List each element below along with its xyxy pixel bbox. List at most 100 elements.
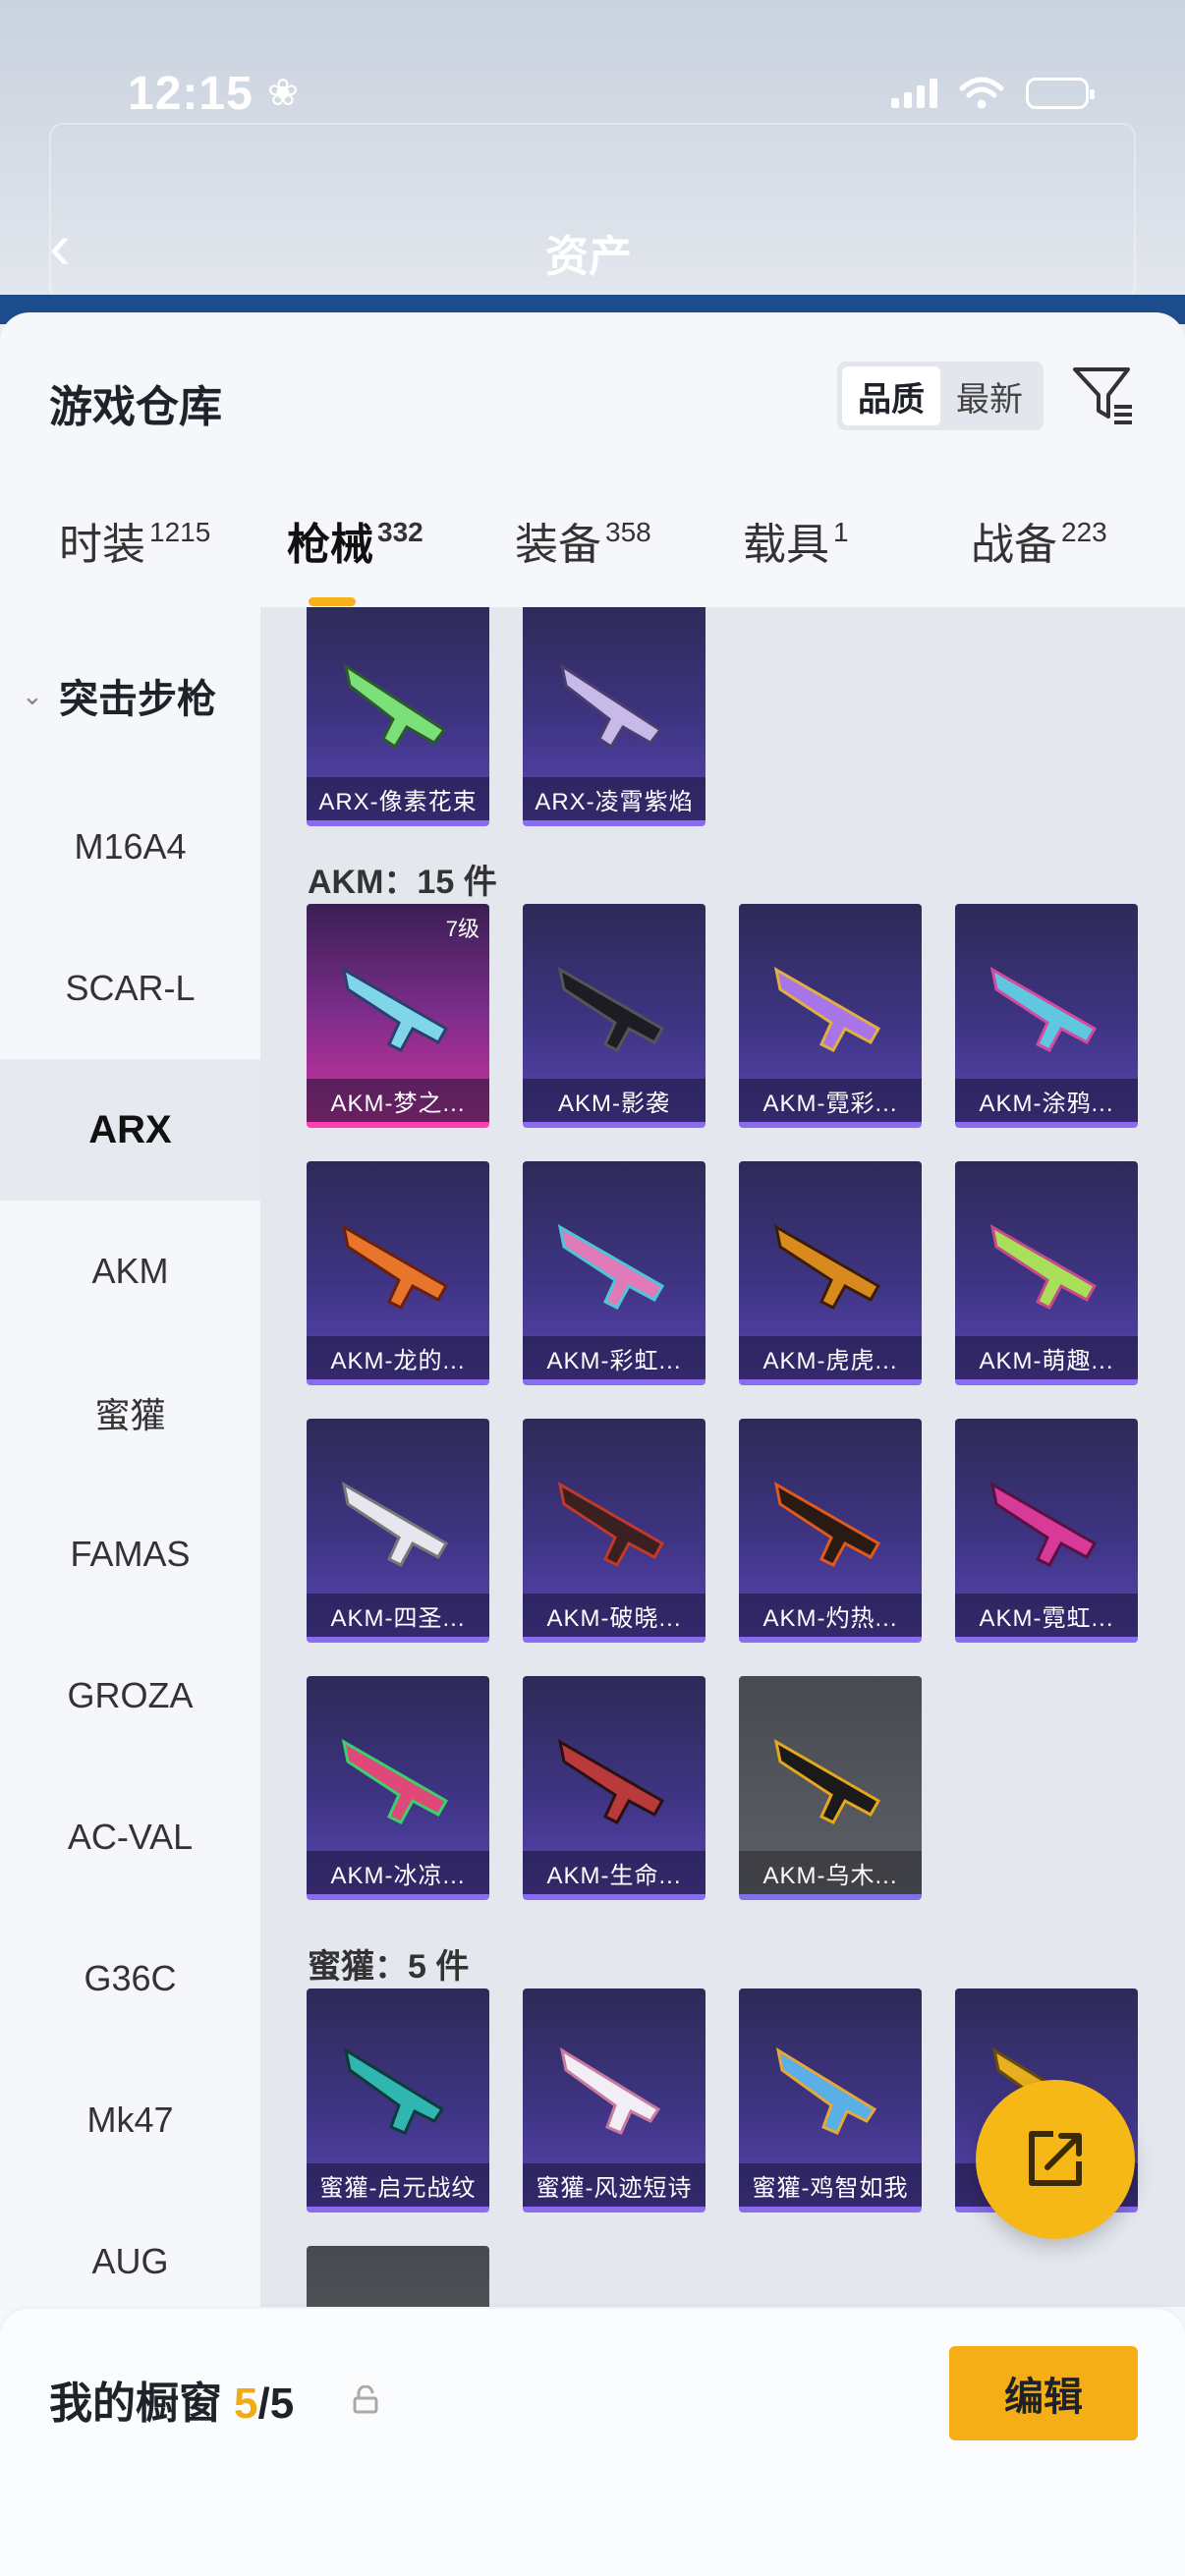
weapon-card[interactable]: 蜜獾-鸡智如我: [739, 1988, 922, 2212]
tab-vehicles[interactable]: 载具 1: [743, 509, 849, 572]
tab-label: 载具: [743, 521, 829, 569]
filter-icon[interactable]: [1069, 360, 1138, 428]
sidebar-item-arx[interactable]: ARX: [0, 1059, 260, 1201]
sidebar-category-header[interactable]: ⌄ 突击步枪: [0, 651, 260, 740]
gun-skin-icon: [559, 2046, 661, 2135]
gun-skin-icon: [775, 2046, 877, 2135]
sidebar-category-label: 突击步枪: [59, 678, 216, 721]
share-button[interactable]: [976, 2080, 1135, 2239]
weapon-card[interactable]: AKM-乌木...: [739, 1676, 922, 1900]
weapon-card-name: AKM-灼热...: [739, 1594, 922, 1637]
gun-skin-icon: [341, 1739, 449, 1824]
showcase-bar: 我的橱窗 5/5 编辑: [0, 2309, 1185, 2576]
gun-skin-icon: [341, 1224, 449, 1310]
weapon-card[interactable]: 7级 AKM-梦之...: [307, 904, 489, 1128]
status-icons: [891, 77, 1095, 110]
back-arrow-icon[interactable]: ‹: [49, 213, 98, 278]
weapon-card-name: AKM-影袭: [523, 1079, 705, 1122]
gun-skin-icon: [341, 967, 449, 1052]
gun-skin-icon: [341, 1482, 449, 1567]
weapon-card[interactable]: ARX-凌霄紫焰: [523, 607, 705, 826]
lock-icon: [353, 2385, 378, 2414]
weapon-card[interactable]: AKM-龙的...: [307, 1161, 489, 1385]
wifi-icon: [959, 77, 1004, 109]
gun-skin-icon: [343, 2046, 445, 2135]
signal-icon: [891, 79, 937, 108]
weapon-card[interactable]: ARX-像素花束: [307, 607, 489, 826]
sort-latest-button[interactable]: 最新: [940, 366, 1039, 425]
tab-count: 1215: [149, 517, 211, 547]
weapon-card-name: AKM-虎虎...: [739, 1336, 922, 1379]
category-tabs: 时装 1215 枪械 332 装备 358 载具 1 战备 223: [0, 509, 1185, 607]
weapon-card[interactable]: AKM-涂鸦...: [955, 904, 1138, 1128]
weapon-card[interactable]: AKM-虎虎...: [739, 1161, 922, 1385]
weapon-card[interactable]: AKM-霓彩...: [739, 904, 922, 1128]
tab-equipment[interactable]: 装备 358: [515, 509, 651, 572]
weapon-card-name: AKM-萌趣...: [955, 1336, 1138, 1379]
gun-skin-icon: [989, 1224, 1098, 1310]
sidebar-item-groza[interactable]: GROZA: [0, 1625, 260, 1766]
sidebar-item-akm[interactable]: AKM: [0, 1201, 260, 1342]
warehouse-sheet: 游戏仓库 品质 最新 时装 1215 枪械 332 装备 358 载具 1 战备 223 …: [0, 312, 1185, 2576]
sidebar-item-mk47[interactable]: Mk47: [0, 2049, 260, 2191]
weapon-card-name: 蜜獾-鸡智如我: [739, 2163, 922, 2207]
weapon-card-name: AKM-梦之...: [307, 1079, 489, 1122]
weapon-card[interactable]: [307, 2246, 489, 2307]
weapon-card-name: AKM-四圣...: [307, 1594, 489, 1637]
gun-skin-icon: [773, 1739, 881, 1824]
gun-skin-icon: [773, 1224, 881, 1310]
edit-button[interactable]: 编辑: [949, 2346, 1138, 2440]
tab-count: 332: [377, 517, 423, 547]
sidebar-item-honeybadger[interactable]: 蜜獾: [0, 1342, 260, 1484]
tab-label: 装备: [515, 521, 601, 569]
gun-skin-icon: [557, 1482, 665, 1567]
sidebar-item-scar-l[interactable]: SCAR-L: [0, 918, 260, 1059]
weapon-card[interactable]: AKM-四圣...: [307, 1419, 489, 1643]
sidebar-item-aug[interactable]: AUG: [0, 2191, 260, 2307]
tab-fashion[interactable]: 时装 1215: [59, 509, 210, 572]
tab-label: 战备: [971, 521, 1057, 569]
weapon-card[interactable]: AKM-彩虹...: [523, 1161, 705, 1385]
weapon-card-name: AKM-破晓...: [523, 1594, 705, 1637]
weapon-card-name: AKM-霓虹...: [955, 1594, 1138, 1637]
weapon-card[interactable]: AKM-影袭: [523, 904, 705, 1128]
weapon-card-name: 蜜獾-启元战纹: [307, 2163, 489, 2207]
sort-toggle: 品质 最新: [837, 362, 1044, 430]
weapon-card[interactable]: AKM-冰凉...: [307, 1676, 489, 1900]
battery-icon: [1026, 78, 1095, 109]
weapon-card-name: AKM-涂鸦...: [955, 1079, 1138, 1122]
weapon-card-name: ARX-像素花束: [307, 777, 489, 820]
gun-skin-icon: [557, 1224, 665, 1310]
sidebar-item-g36c[interactable]: G36C: [0, 1908, 260, 2049]
weapon-card-name: AKM-生命...: [523, 1851, 705, 1894]
gun-skin-icon: [773, 1482, 881, 1567]
sidebar-item-m16a4[interactable]: M16A4: [0, 776, 260, 918]
showcase-title: 我的橱窗 5/5: [49, 2368, 294, 2431]
paw-icon: ❀: [267, 73, 299, 114]
weapon-card[interactable]: 蜜獾-启元战纹: [307, 1988, 489, 2212]
showcase-label: 我的橱窗: [49, 2380, 222, 2428]
sidebar-item-ac-val[interactable]: AC-VAL: [0, 1766, 260, 1908]
weapon-card[interactable]: AKM-生命...: [523, 1676, 705, 1900]
gun-skin-icon: [557, 1739, 665, 1824]
weapon-card-name: ARX-凌霄紫焰: [523, 777, 705, 820]
weapon-card[interactable]: 蜜獾-风迹短诗: [523, 1988, 705, 2212]
weapon-card-name: AKM-乌木...: [739, 1851, 922, 1894]
tab-gear[interactable]: 战备 223: [971, 509, 1107, 572]
weapon-card-name: AKM-冰凉...: [307, 1851, 489, 1894]
page-title: 资产: [545, 233, 632, 281]
showcase-separator: /: [257, 2380, 270, 2428]
gun-skin-icon: [989, 967, 1098, 1052]
tab-count: 223: [1061, 517, 1107, 547]
weapon-card[interactable]: AKM-霓虹...: [955, 1419, 1138, 1643]
status-time: 12:15: [128, 68, 254, 120]
weapon-card[interactable]: AKM-萌趣...: [955, 1161, 1138, 1385]
tab-firearms[interactable]: 枪械 332: [287, 509, 423, 572]
weapon-card[interactable]: AKM-灼热...: [739, 1419, 922, 1643]
warehouse-title: 游戏仓库: [49, 383, 222, 431]
weapon-card[interactable]: AKM-破晓...: [523, 1419, 705, 1643]
section-label-akm: AKM：15 件: [308, 864, 497, 901]
sort-quality-button[interactable]: 品质: [842, 366, 940, 425]
tab-label: 枪械: [287, 521, 373, 569]
sidebar-item-famas[interactable]: FAMAS: [0, 1484, 260, 1625]
